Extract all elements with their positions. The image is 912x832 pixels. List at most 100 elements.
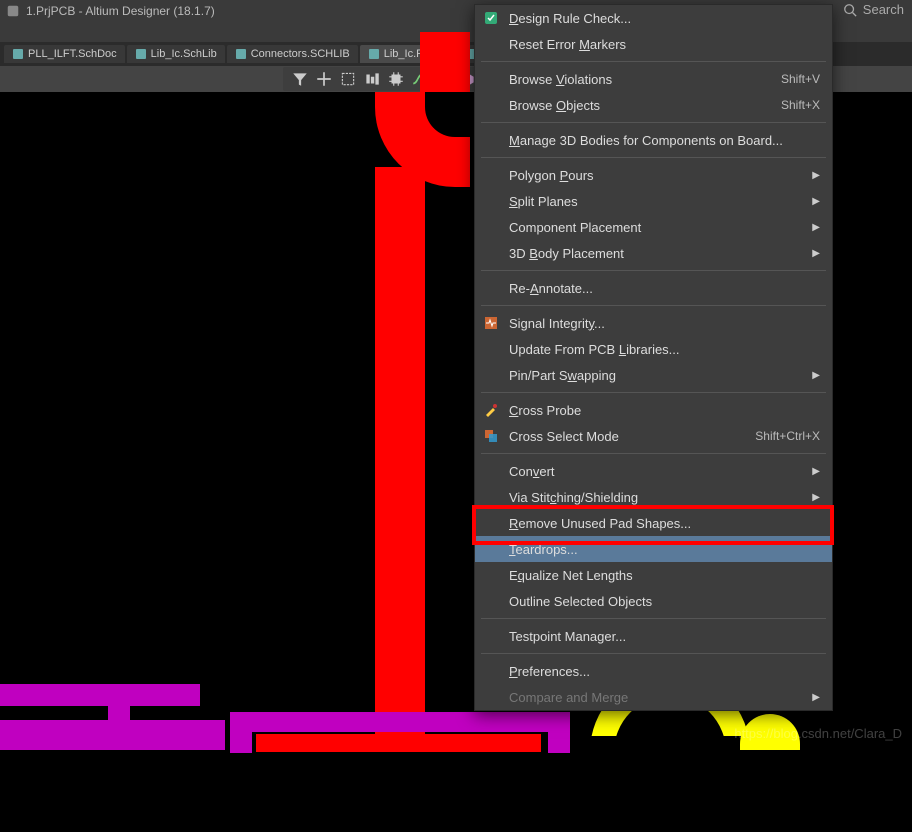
menu-item-label: Via Stitching/Shielding <box>509 490 638 505</box>
menu-item-testpoint-manager[interactable]: Testpoint Manager... <box>475 623 832 649</box>
probe-icon <box>483 402 499 418</box>
menu-separator <box>481 305 826 306</box>
menu-item-teardrops[interactable]: Teardrops... <box>475 536 832 562</box>
chevron-right-icon: ▶ <box>812 222 820 233</box>
menu-item-label: Reset Error Markers <box>509 37 626 52</box>
menu-item-label: Compare and Merge <box>509 690 628 705</box>
align-icon[interactable] <box>363 70 381 88</box>
pcb-trace-top <box>420 32 470 92</box>
document-tab[interactable]: PLL_ILFT.SchDoc <box>4 45 125 63</box>
menu-item-3d-body-placement[interactable]: 3D Body Placement ▶ <box>475 240 832 266</box>
menu-separator <box>481 653 826 654</box>
place-icon[interactable] <box>315 70 333 88</box>
menu-item-label: 3D Body Placement <box>509 246 624 261</box>
menu-item-label: Polygon Pours <box>509 168 594 183</box>
menu-item-label: Cross Probe <box>509 403 581 418</box>
menu-item-browse-violations[interactable]: Browse Violations Shift+V <box>475 66 832 92</box>
menu-item-label: Browse Violations <box>509 72 612 87</box>
chevron-right-icon: ▶ <box>812 248 820 259</box>
menu-item-label: Browse Objects <box>509 98 600 113</box>
menu-item-label: Preferences... <box>509 664 590 679</box>
chevron-right-icon: ▶ <box>812 492 820 503</box>
menu-item-label: Design Rule Check... <box>509 11 631 26</box>
menu-separator <box>481 618 826 619</box>
menu-item-label: Equalize Net Lengths <box>509 568 633 583</box>
menu-item-cross-probe[interactable]: Cross Probe <box>475 397 832 423</box>
menu-item-re-annotate[interactable]: Re-Annotate... <box>475 275 832 301</box>
menu-item-preferences[interactable]: Preferences... <box>475 658 832 684</box>
menu-item-label: Outline Selected Objects <box>509 594 652 609</box>
menu-item-update-from-pcb-libraries[interactable]: Update From PCB Libraries... <box>475 336 832 362</box>
menu-item-browse-objects[interactable]: Browse Objects Shift+X <box>475 92 832 118</box>
document-tab[interactable]: Lib_Ic.SchLib <box>127 45 225 63</box>
tab-label: Lib_Ic.SchLib <box>151 48 217 60</box>
filter-icon[interactable] <box>291 70 309 88</box>
doc-icon <box>12 48 24 60</box>
chevron-right-icon: ▶ <box>812 466 820 477</box>
menu-item-label: Signal Integrity... <box>509 316 605 331</box>
chevron-right-icon: ▶ <box>812 170 820 181</box>
pcb-purple-leg-1 <box>230 728 252 753</box>
menu-item-label: Teardrops... <box>509 542 578 557</box>
menu-item-reset-error-markers[interactable]: Reset Error Markers <box>475 31 832 57</box>
menu-item-manage-3d-bodies-for-components-on-board[interactable]: Manage 3D Bodies for Components on Board… <box>475 127 832 153</box>
search-label: Search <box>863 2 904 17</box>
menu-item-signal-integrity[interactable]: Signal Integrity... <box>475 310 832 336</box>
menu-shortcut: Shift+V <box>781 72 820 86</box>
component-icon[interactable] <box>387 70 405 88</box>
menu-separator <box>481 61 826 62</box>
cross-select-icon <box>483 428 499 444</box>
menu-item-cross-select-mode[interactable]: Cross Select Mode Shift+Ctrl+X <box>475 423 832 449</box>
menu-item-label: Component Placement <box>509 220 641 235</box>
search-box[interactable]: Search <box>843 2 904 17</box>
menu-item-label: Remove Unused Pad Shapes... <box>509 516 691 531</box>
select-rect-icon[interactable] <box>339 70 357 88</box>
pcb-purple-bar-mid <box>230 712 570 732</box>
window-title: 1.PrjPCB - Altium Designer (18.1.7) <box>26 4 215 18</box>
menu-item-label: Update From PCB Libraries... <box>509 342 680 357</box>
pcb-purple-shape-2 <box>108 697 130 747</box>
pcb-purple-leg-2 <box>548 728 570 753</box>
watermark: https://blog.csdn.net/Clara_D <box>734 726 902 741</box>
menu-item-label: Split Planes <box>509 194 578 209</box>
menu-item-label: Re-Annotate... <box>509 281 593 296</box>
menu-item-outline-selected-objects[interactable]: Outline Selected Objects <box>475 588 832 614</box>
context-menu: Design Rule Check... Reset Error Markers B… <box>474 4 833 711</box>
menu-item-remove-unused-pad-shapes[interactable]: Remove Unused Pad Shapes... <box>475 510 832 536</box>
menu-item-label: Convert <box>509 464 555 479</box>
menu-item-design-rule-check[interactable]: Design Rule Check... <box>475 5 832 31</box>
menu-item-split-planes[interactable]: Split Planes ▶ <box>475 188 832 214</box>
menu-item-label: Cross Select Mode <box>509 429 619 444</box>
app-icon <box>6 4 20 18</box>
doc-icon <box>235 48 247 60</box>
menu-item-convert[interactable]: Convert ▶ <box>475 458 832 484</box>
menu-item-label: Testpoint Manager... <box>509 629 626 644</box>
menu-item-polygon-pours[interactable]: Polygon Pours ▶ <box>475 162 832 188</box>
pcb-red-fill <box>256 734 541 752</box>
chevron-right-icon: ▶ <box>812 196 820 207</box>
drc-icon <box>483 10 499 26</box>
signal-icon <box>483 315 499 331</box>
menu-item-equalize-net-lengths[interactable]: Equalize Net Lengths <box>475 562 832 588</box>
menu-separator <box>481 392 826 393</box>
menu-separator <box>481 122 826 123</box>
chevron-right-icon: ▶ <box>812 370 820 381</box>
menu-separator <box>481 157 826 158</box>
doc-icon <box>368 48 380 60</box>
menu-item-via-stitching-shielding[interactable]: Via Stitching/Shielding ▶ <box>475 484 832 510</box>
menu-item-component-placement[interactable]: Component Placement ▶ <box>475 214 832 240</box>
menu-separator <box>481 270 826 271</box>
menu-item-compare-and-merge: Compare and Merge▶ <box>475 684 832 710</box>
menu-shortcut: Shift+Ctrl+X <box>755 429 820 443</box>
menu-item-pin-part-swapping[interactable]: Pin/Part Swapping ▶ <box>475 362 832 388</box>
menu-shortcut: Shift+X <box>781 98 820 112</box>
doc-icon <box>135 48 147 60</box>
pcb-trace <box>375 167 425 747</box>
menu-item-label: Pin/Part Swapping <box>509 368 616 383</box>
tab-label: PLL_ILFT.SchDoc <box>28 48 117 60</box>
menu-item-label: Manage 3D Bodies for Components on Board… <box>509 133 783 148</box>
search-icon <box>843 3 857 17</box>
document-tab[interactable]: Connectors.SCHLIB <box>227 45 358 63</box>
pcb-purple-bar-left <box>0 684 200 706</box>
tab-label: Connectors.SCHLIB <box>251 48 350 60</box>
